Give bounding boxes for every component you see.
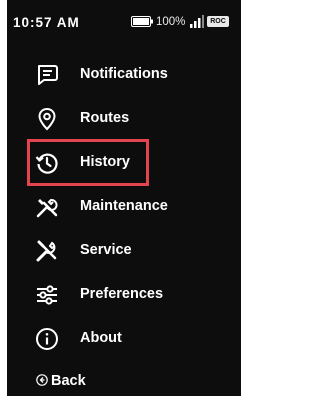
- back-button[interactable]: Back: [7, 368, 127, 396]
- menu-label-notifications: Notifications: [80, 66, 168, 82]
- menu-label-history: History: [80, 154, 130, 170]
- menu-label-maintenance: Maintenance: [80, 198, 168, 214]
- info-icon: [36, 328, 58, 350]
- roc-badge: ROC: [207, 16, 229, 27]
- battery-icon: [131, 16, 153, 27]
- menu-item-maintenance[interactable]: Maintenance: [7, 186, 241, 226]
- menu-label-preferences: Preferences: [80, 286, 164, 302]
- status-time: 10:57 AM: [13, 15, 80, 30]
- location-pin-icon: [38, 107, 56, 131]
- menu-item-about[interactable]: About: [7, 318, 241, 358]
- menu-item-notifications[interactable]: Notifications: [7, 54, 241, 94]
- menu-label-routes: Routes: [80, 110, 130, 126]
- status-bar: 10:57 AM 100% ROC: [7, 0, 241, 40]
- battery-percent: 100%: [156, 16, 186, 28]
- menu-label-service: Service: [80, 242, 132, 258]
- preferences-sliders-icon: [37, 285, 57, 305]
- menu-item-history[interactable]: History: [7, 142, 241, 182]
- notifications-icon: [38, 65, 58, 85]
- app-screen: 10:57 AM 100% ROC Notifications Routes H…: [7, 0, 241, 396]
- menu-item-preferences[interactable]: Preferences: [7, 274, 241, 314]
- back-arrow-icon: [36, 374, 48, 386]
- signal-icon: [190, 15, 204, 28]
- menu-label-about: About: [80, 330, 122, 346]
- service-tools-icon: [36, 240, 57, 262]
- maintenance-tools-icon: [36, 199, 58, 218]
- history-icon: [35, 153, 58, 174]
- back-label: Back: [51, 373, 86, 389]
- menu-item-service[interactable]: Service: [7, 230, 241, 270]
- menu-item-routes[interactable]: Routes: [7, 98, 241, 138]
